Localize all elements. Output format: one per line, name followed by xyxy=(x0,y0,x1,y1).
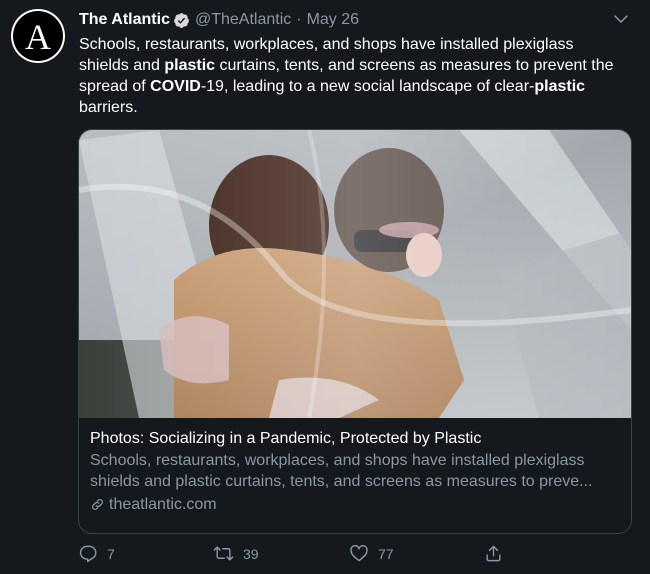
like-count: 77 xyxy=(378,545,394,562)
timestamp[interactable]: May 26 xyxy=(307,11,359,29)
reply-count: 7 xyxy=(107,545,115,562)
card-title: Photos: Socializing in a Pandemic, Prote… xyxy=(90,430,482,447)
link-card[interactable]: Photos: Socializing in a Pandemic, Prote… xyxy=(78,129,632,534)
tweet-text: Schools, restaurants, workplaces, and sh… xyxy=(79,34,624,118)
card-domain-text: theatlantic.com xyxy=(109,496,217,513)
like-icon xyxy=(350,544,368,562)
tweet-text-part: barriers. xyxy=(79,99,138,116)
action-bar: 7 39 77 xyxy=(79,544,509,566)
atlantic-logo-glyph: A xyxy=(25,17,51,57)
reply-button[interactable]: 7 xyxy=(79,544,115,563)
chevron-down-icon[interactable] xyxy=(612,10,630,28)
link-icon xyxy=(92,499,103,510)
avatar[interactable]: A xyxy=(11,9,65,63)
card-domain: theatlantic.com xyxy=(90,494,620,515)
tweet-text-highlight: plastic xyxy=(534,78,586,95)
retweet-button[interactable]: 39 xyxy=(213,544,259,563)
card-image xyxy=(79,130,631,418)
tweet-text-highlight: plastic xyxy=(164,57,216,74)
retweet-count: 39 xyxy=(243,545,259,562)
handle[interactable]: @TheAtlantic xyxy=(195,11,291,29)
retweet-icon xyxy=(213,546,234,561)
card-description-line: shields and plastic curtains, tents, and… xyxy=(90,473,593,490)
verified-badge-icon xyxy=(173,12,190,29)
tweet-text-part: -19, leading to a new social landscape o… xyxy=(200,78,535,95)
tweet-header: The Atlantic @TheAtlantic · May 26 xyxy=(79,9,630,31)
atlantic-logo: A xyxy=(13,11,63,61)
card-body: Photos: Socializing in a Pandemic, Prote… xyxy=(79,418,631,515)
card-description: Schools, restaurants, workplaces, and sh… xyxy=(90,450,620,492)
share-icon xyxy=(486,545,501,562)
like-button[interactable]: 77 xyxy=(349,544,394,563)
card-description-line: Schools, restaurants, workplaces, and sh… xyxy=(90,452,585,469)
tweet-text-highlight: COVID xyxy=(150,78,201,95)
display-name[interactable]: The Atlantic xyxy=(79,11,170,29)
svg-text:A: A xyxy=(25,17,51,57)
reply-icon xyxy=(79,545,97,563)
share-button[interactable] xyxy=(484,544,503,563)
separator: · xyxy=(296,11,302,28)
